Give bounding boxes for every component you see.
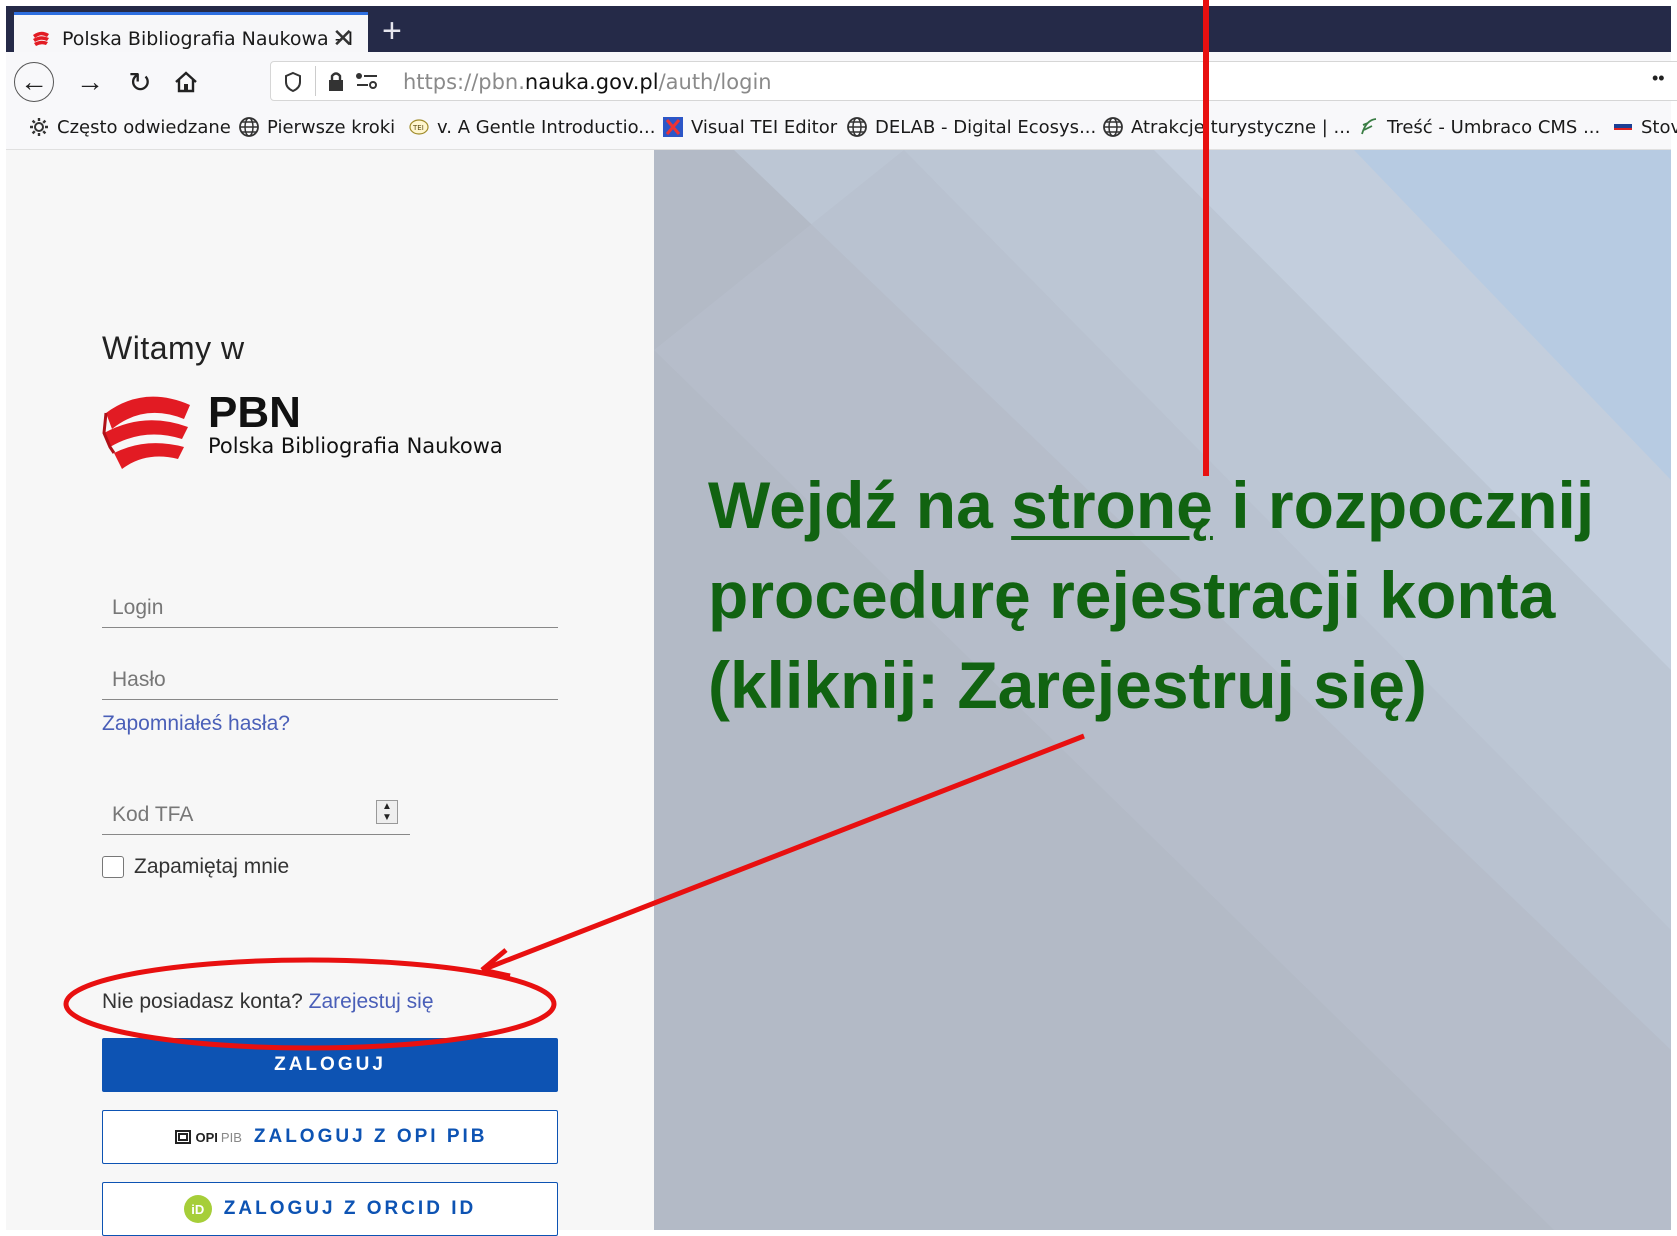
arrow-right-icon: → [76,66,104,97]
remember-me-label: Zapamiętaj mnie [134,855,290,878]
home-icon [175,71,197,93]
chevron-down-icon: ▼ [382,812,392,823]
flag-icon [1614,124,1632,130]
login-orcid-button[interactable]: iD ZALOGUJ Z ORCID ID [102,1182,558,1236]
address-bar[interactable]: https://pbn.nauka.gov.pl/auth/login [270,61,1677,101]
svg-text:TEI: TEI [412,124,424,132]
password-input[interactable] [102,660,558,700]
x-logo-icon [663,117,683,137]
bookmarks-toolbar: Często odwiedzane Pierwsze kroki TEI v. … [6,110,1677,150]
forgot-password-link[interactable]: Zapomniałeś hasła? [102,712,290,736]
divider [315,66,316,96]
forward-button[interactable]: → [70,62,110,102]
close-icon[interactable]: ✕ [332,23,354,54]
login-opi-label: ZALOGUJ Z OPI PIB [253,1126,488,1147]
umbraco-icon [1361,118,1377,135]
navigation-bar: ← → ↻ https://pbn.nauka.gov.pl/auth/logi… [6,52,1677,110]
bookmark-item[interactable]: DELAB - Digital Ecosys... [846,116,1096,138]
register-link[interactable]: Zarejestuj się [309,990,434,1013]
shield-icon [285,71,301,93]
tab-strip: Polska Bibliografia Naukowa - I ✕ + [6,6,1671,58]
back-button[interactable]: ← [14,62,54,102]
remember-me[interactable]: Zapamiętaj mnie [102,855,289,879]
home-button[interactable] [166,62,206,102]
reload-button[interactable]: ↻ [120,62,160,102]
tfa-code-input[interactable] [102,795,410,835]
orcid-icon: iD [183,1195,212,1223]
logo-title: PBN [208,388,301,437]
instruction-annotation: Wejdź na stronę i rozpocznij procedurę r… [708,468,1595,722]
no-account-text: Nie posiadasz konta? [102,990,303,1013]
register-prompt: Nie posiadasz konta? Zarejestuj się [102,990,434,1014]
remember-me-checkbox[interactable] [102,856,124,878]
bookmark-item[interactable]: Atrakcje turystyczne | ... [1102,116,1351,138]
bookmark-item[interactable]: Visual TEI Editor [662,116,837,138]
login-opi-button[interactable]: OPI PIB ZALOGUJ Z OPI PIB [102,1110,558,1164]
bookmark-item[interactable]: TEI v. A Gentle Introductio... [408,116,655,138]
login-button[interactable]: ZALOGUJ [102,1038,558,1092]
new-tab-button[interactable]: + [382,14,402,48]
login-input[interactable] [102,588,558,628]
globe-icon [847,117,867,137]
page-link-text: stronę [1011,468,1213,542]
login-orcid-label: ZALOGUJ Z ORCID ID [223,1198,477,1219]
more-icon[interactable]: •• [1652,68,1665,89]
chevron-up-icon: ▲ [382,801,392,812]
pbn-logo-icon [102,396,190,469]
tab-title: Polska Bibliografia Naukowa - I [62,28,354,50]
pbn-favicon-icon [33,31,49,46]
permissions-icon[interactable] [355,72,379,90]
arrow-left-icon: ← [20,66,48,97]
bookmark-item[interactable]: Pierwsze kroki [238,116,395,138]
bookmark-item[interactable]: Często odwiedzane [28,116,231,138]
tfa-stepper[interactable]: ▲ ▼ [376,800,398,824]
bookmark-item[interactable]: Treść - Umbraco CMS ... [1358,116,1600,138]
url-text: https://pbn.nauka.gov.pl/auth/login [403,70,772,94]
logo-subtitle: Polska Bibliografia Naukowa [208,434,503,458]
login-button-label: ZALOGUJ [274,1054,386,1075]
globe-icon [239,117,259,137]
opi-logo-icon: OPI PIB [173,1128,242,1146]
globe-icon [1103,117,1123,137]
welcome-heading: Witamy w [102,330,245,366]
reload-icon: ↻ [128,66,152,98]
gear-icon [30,118,48,136]
bookmark-item[interactable]: Stov [1612,116,1677,138]
lock-icon [329,72,343,91]
tei-icon: TEI [409,119,429,135]
